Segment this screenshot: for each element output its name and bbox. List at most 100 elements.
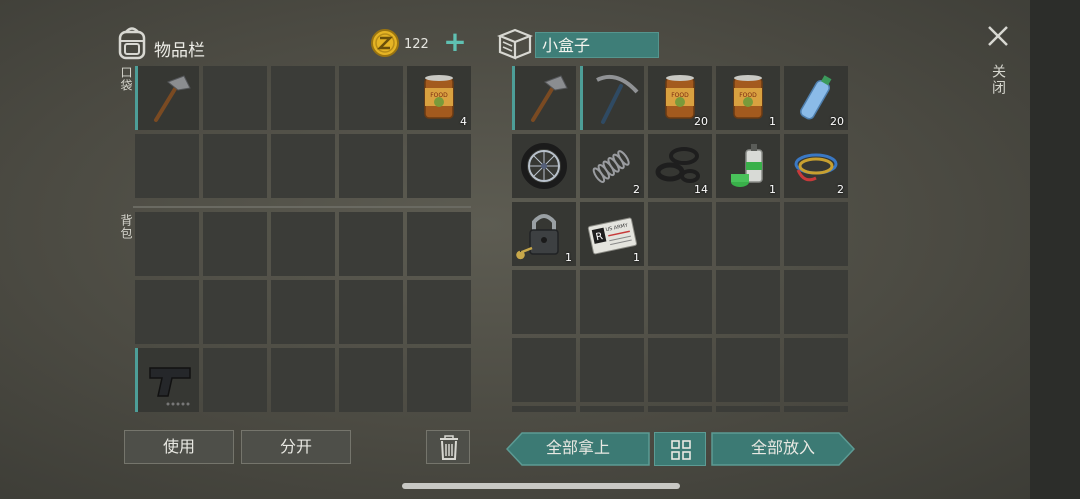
- inventory-slot[interactable]: [203, 66, 267, 130]
- backpack-grid: [135, 212, 471, 412]
- item-quantity: 1: [769, 183, 776, 196]
- inventory-slot[interactable]: [784, 406, 848, 412]
- inventory-slot[interactable]: FOOD 4: [407, 66, 471, 130]
- use-button[interactable]: 使用: [124, 430, 234, 464]
- inventory-slot[interactable]: [580, 66, 644, 130]
- inventory-slot[interactable]: [271, 134, 335, 198]
- home-indicator: [402, 483, 680, 489]
- inventory-slot[interactable]: 20: [784, 66, 848, 130]
- grid-icon: [671, 440, 691, 460]
- inventory-slot[interactable]: [135, 280, 199, 344]
- container-name-field[interactable]: 小盒子: [535, 32, 659, 58]
- backpack-label: 背包: [119, 214, 133, 240]
- inventory-slot[interactable]: [512, 134, 576, 198]
- inventory-slot[interactable]: [512, 270, 576, 334]
- take-all-label: 全部拿上: [545, 438, 610, 457]
- inventory-slot[interactable]: [203, 134, 267, 198]
- inventory-slot[interactable]: [512, 66, 576, 130]
- inventory-slot[interactable]: FOOD 1: [716, 66, 780, 130]
- inventory-slot[interactable]: [339, 66, 403, 130]
- inventory-slot[interactable]: [135, 212, 199, 276]
- container-header: 小盒子: [497, 26, 667, 62]
- inventory-slot[interactable]: [512, 338, 576, 402]
- inventory-slot[interactable]: [271, 280, 335, 344]
- item-quantity: 1: [565, 251, 572, 264]
- inventory-slot[interactable]: [135, 66, 199, 130]
- inventory-slot[interactable]: [648, 270, 712, 334]
- inventory-slot[interactable]: [339, 212, 403, 276]
- inventory-slot[interactable]: [648, 406, 712, 412]
- wheel-icon: [521, 143, 567, 189]
- inventory-slot[interactable]: [580, 406, 644, 412]
- inventory-slot[interactable]: [784, 202, 848, 266]
- item-quantity: 2: [837, 183, 844, 196]
- pockets-grid: FOOD 4: [135, 66, 471, 198]
- inventory-slot[interactable]: [407, 348, 471, 412]
- inventory-title: 物品栏: [154, 41, 205, 61]
- inventory-divider: [133, 206, 471, 208]
- inventory-slot[interactable]: [716, 406, 780, 412]
- pockets-label: 口袋: [119, 66, 133, 92]
- inventory-slot[interactable]: [648, 338, 712, 402]
- inventory-slot[interactable]: [135, 134, 199, 198]
- inventory-slot[interactable]: [648, 202, 712, 266]
- inventory-slot[interactable]: [339, 348, 403, 412]
- coin-icon: [371, 29, 399, 57]
- take-all-button[interactable]: 全部拿上: [506, 432, 650, 466]
- inventory-slot[interactable]: [407, 134, 471, 198]
- put-all-button[interactable]: 全部放入: [711, 432, 855, 466]
- inventory-slot[interactable]: [271, 212, 335, 276]
- inventory-slot[interactable]: FOOD 20: [648, 66, 712, 130]
- inventory-slot[interactable]: [580, 270, 644, 334]
- inventory-slot[interactable]: [580, 338, 644, 402]
- inventory-header: 物品栏 122 +: [116, 26, 476, 66]
- backpack-icon: [118, 27, 146, 60]
- layout-toggle-button[interactable]: [654, 432, 706, 466]
- item-quantity: 20: [830, 115, 844, 128]
- trash-button[interactable]: [426, 430, 470, 464]
- inventory-slot[interactable]: [203, 212, 267, 276]
- item-quantity: 1: [633, 251, 640, 264]
- hatchet-icon: [154, 75, 191, 122]
- inventory-slot[interactable]: [716, 270, 780, 334]
- item-quantity: 1: [769, 115, 776, 128]
- box-icon: [497, 28, 533, 60]
- inventory-slot[interactable]: [135, 348, 199, 412]
- add-coins-button[interactable]: +: [442, 28, 468, 56]
- split-button[interactable]: 分开: [241, 430, 351, 464]
- inventory-slot[interactable]: [784, 270, 848, 334]
- inventory-slot[interactable]: 1: [512, 202, 576, 266]
- hatchet-icon: [531, 75, 568, 122]
- inventory-slot[interactable]: [716, 202, 780, 266]
- inventory-slot[interactable]: 1: [716, 134, 780, 198]
- svg-text:FOOD: FOOD: [671, 92, 689, 99]
- put-all-label: 全部放入: [750, 438, 815, 457]
- item-quantity: 20: [694, 115, 708, 128]
- close-label[interactable]: 关闭: [988, 64, 1008, 96]
- item-quantity: 4: [460, 115, 467, 128]
- item-quantity: 14: [694, 183, 708, 196]
- inventory-slot[interactable]: 14: [648, 134, 712, 198]
- svg-text:FOOD: FOOD: [430, 92, 448, 99]
- item-quantity: 2: [633, 183, 640, 196]
- inventory-slot[interactable]: [271, 66, 335, 130]
- inventory-slot[interactable]: [271, 348, 335, 412]
- inventory-slot[interactable]: [716, 338, 780, 402]
- trash-icon: [440, 435, 458, 460]
- svg-text:FOOD: FOOD: [739, 92, 757, 99]
- inventory-slot[interactable]: [339, 280, 403, 344]
- close-icon[interactable]: [986, 24, 1010, 48]
- inventory-slot[interactable]: [407, 280, 471, 344]
- pickaxe-icon: [596, 75, 639, 124]
- inventory-slot[interactable]: R US ARMY 1: [580, 202, 644, 266]
- inventory-slot[interactable]: [203, 348, 267, 412]
- inventory-slot[interactable]: [339, 134, 403, 198]
- inventory-slot[interactable]: [784, 338, 848, 402]
- inventory-slot[interactable]: [512, 406, 576, 412]
- inventory-slot[interactable]: 2: [580, 134, 644, 198]
- pistol-icon: [149, 367, 191, 406]
- inventory-slot[interactable]: [407, 212, 471, 276]
- inventory-slot[interactable]: 2: [784, 134, 848, 198]
- inventory-slot[interactable]: [203, 280, 267, 344]
- container-grid: FOOD 20 FOOD 1 20 2 14 1 2 1 R US ARMY 1: [512, 66, 848, 412]
